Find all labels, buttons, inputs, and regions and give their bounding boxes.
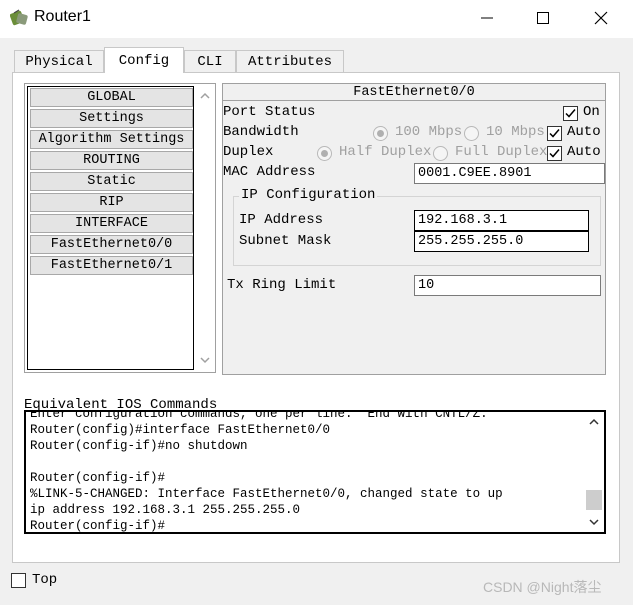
window-title: Router1 [34, 8, 91, 25]
sidebar-list: GLOBAL Settings Algorithm Settings ROUTI… [27, 86, 194, 370]
console-line: Router(config-if)#no shutdown [30, 439, 248, 453]
bandwidth-auto-checkbox[interactable] [547, 126, 562, 141]
maximize-button[interactable] [514, 0, 572, 36]
title-bar: Router1 [0, 0, 633, 38]
console-line: ip address 192.168.3.1 255.255.255.0 [30, 503, 301, 517]
duplex-auto-label: Auto [567, 144, 601, 160]
minimize-icon [481, 17, 493, 19]
sidebar-item-static[interactable]: Static [30, 172, 193, 191]
sidebar-item-routing[interactable]: ROUTING [30, 151, 193, 170]
mac-address-field[interactable]: 0001.C9EE.8901 [414, 163, 605, 184]
sidebar-item-interface[interactable]: INTERFACE [30, 214, 193, 233]
watermark: CSDN @Night落尘 [483, 579, 602, 595]
console-line: Router(config-if)# [30, 471, 166, 485]
interface-panel-title: FastEthernet0/0 [223, 84, 605, 101]
sidebar-item-global[interactable]: GLOBAL [30, 88, 193, 107]
sidebar-item-algorithm-settings[interactable]: Algorithm Settings [30, 130, 193, 149]
bandwidth-100-radio[interactable] [373, 126, 388, 141]
bandwidth-auto-label: Auto [567, 124, 601, 140]
console-line: Router(config)#interface FastEthernet0/0 [30, 423, 331, 437]
console-scroll-thumb[interactable] [586, 490, 602, 510]
checkmark-icon [549, 129, 560, 138]
subnet-mask-input[interactable]: 255.255.255.0 [414, 231, 589, 252]
tab-cli[interactable]: CLI [184, 50, 236, 72]
tx-ring-limit-label: Tx Ring Limit [227, 277, 337, 293]
checkmark-icon [549, 149, 560, 158]
sidebar-item-fastethernet0-1[interactable]: FastEthernet0/1 [30, 256, 193, 275]
ip-address-input[interactable]: 192.168.3.1 [414, 210, 589, 231]
minimize-button[interactable] [458, 0, 516, 36]
bandwidth-10-label: 10 Mbps [486, 124, 545, 140]
scroll-up-icon[interactable] [588, 416, 600, 428]
config-sidebar: GLOBAL Settings Algorithm Settings ROUTI… [24, 83, 216, 373]
scroll-down-icon[interactable] [588, 516, 600, 528]
port-status-label: Port Status [223, 104, 316, 120]
tab-config[interactable]: Config [104, 47, 184, 73]
mac-address-label: MAC Address [223, 164, 316, 180]
ios-commands-label: Equivalent IOS Commands [24, 397, 218, 413]
tab-attributes[interactable]: Attributes [236, 50, 344, 72]
bandwidth-100-label: 100 Mbps [395, 124, 463, 140]
console-line: %LINK-5-CHANGED: Interface FastEthernet0… [30, 487, 503, 501]
interface-panel: FastEthernet0/0 Port Status On Bandwidth… [222, 83, 606, 375]
port-status-on-label: On [583, 104, 600, 120]
port-status-checkbox[interactable] [563, 106, 578, 121]
duplex-half-label: Half Duplex [339, 144, 432, 160]
tx-ring-limit-input[interactable]: 10 [414, 275, 601, 296]
ip-address-label: IP Address [239, 212, 324, 228]
close-button[interactable] [572, 0, 630, 36]
router-app-icon [9, 9, 30, 27]
bandwidth-label: Bandwidth [223, 124, 299, 140]
scroll-down-icon[interactable] [199, 354, 211, 366]
sidebar-item-settings[interactable]: Settings [30, 109, 193, 128]
console-scrollbar[interactable] [584, 412, 604, 532]
subnet-mask-label: Subnet Mask [239, 233, 332, 249]
maximize-icon [537, 12, 549, 24]
duplex-full-label: Full Duplex [455, 144, 548, 160]
sidebar-item-fastethernet0-0[interactable]: FastEthernet0/0 [30, 235, 193, 254]
scroll-up-icon[interactable] [199, 90, 211, 102]
console-line: Router(config-if)# [30, 519, 166, 533]
duplex-auto-checkbox[interactable] [547, 146, 562, 161]
duplex-half-radio[interactable] [317, 146, 332, 161]
close-icon [594, 11, 608, 25]
sidebar-item-rip[interactable]: RIP [30, 193, 193, 212]
top-label: Top [32, 572, 58, 588]
duplex-label: Duplex [223, 144, 274, 160]
sidebar-scrollbar[interactable] [197, 86, 213, 370]
ios-commands-console[interactable]: Enter configuration commands, one per li… [24, 410, 606, 534]
bandwidth-10-radio[interactable] [464, 126, 479, 141]
duplex-full-radio[interactable] [433, 146, 448, 161]
top-checkbox[interactable] [11, 573, 26, 588]
tab-physical[interactable]: Physical [14, 50, 104, 72]
ip-configuration-title: IP Configuration [239, 187, 378, 203]
checkmark-icon [565, 109, 576, 118]
